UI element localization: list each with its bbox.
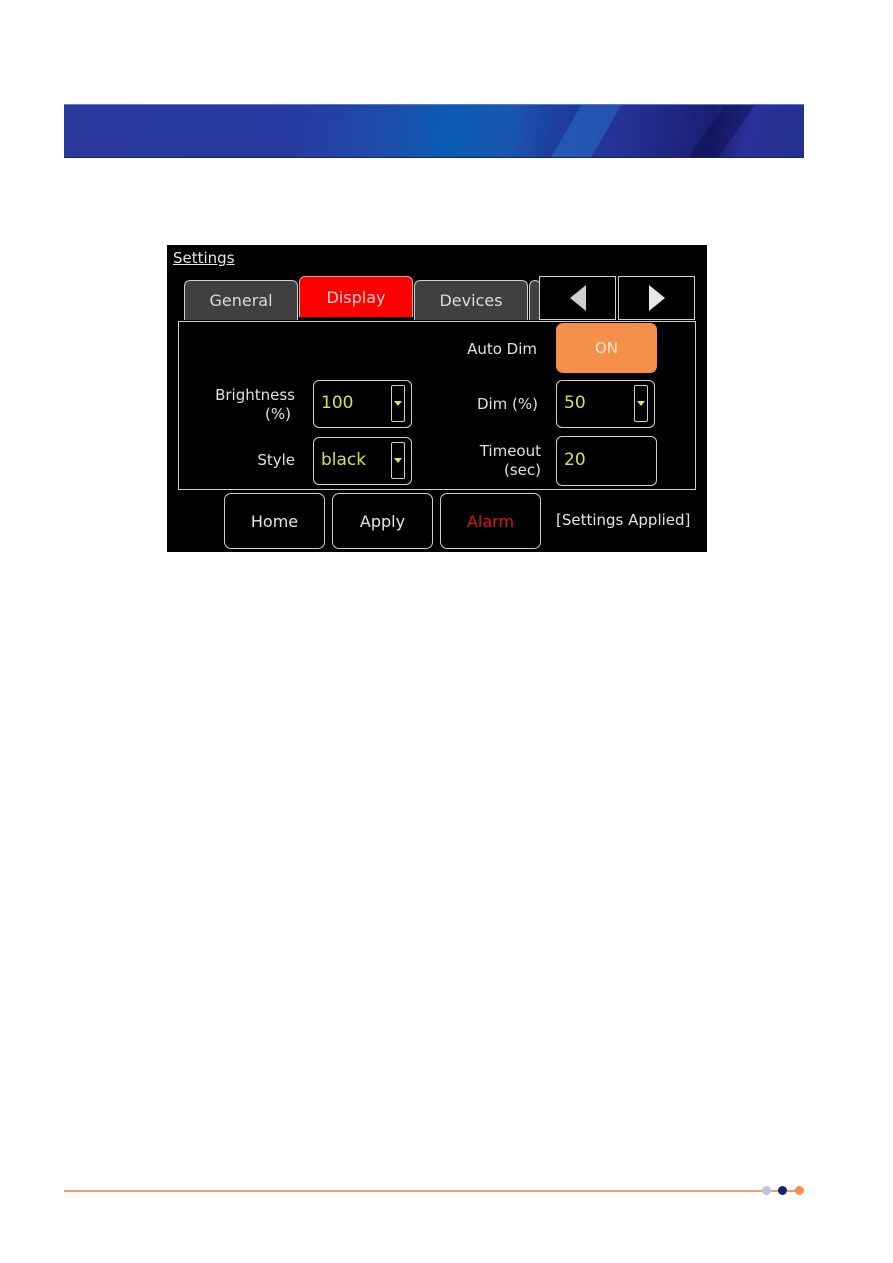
- home-button[interactable]: Home: [224, 493, 325, 549]
- auto-dim-label: Auto Dim: [467, 340, 537, 358]
- tab-scroll-right-button[interactable]: [618, 276, 695, 320]
- chevron-down-icon: [637, 401, 645, 406]
- timeout-input[interactable]: 20: [556, 436, 657, 486]
- timeout-label: Timeout (sec): [437, 442, 541, 480]
- dim-select[interactable]: 50: [556, 380, 655, 428]
- brightness-value: 100: [321, 393, 354, 413]
- style-dropdown-button[interactable]: [391, 442, 405, 479]
- banner-decoration: [535, 105, 633, 157]
- brightness-select[interactable]: 100: [313, 380, 412, 428]
- style-value: black: [321, 450, 367, 470]
- brightness-label: Brightness (%): [195, 386, 295, 424]
- chevron-down-icon: [394, 458, 402, 463]
- brightness-label-line2: (%): [265, 405, 291, 423]
- triangle-left-icon: [569, 285, 586, 311]
- header-banner: [64, 104, 804, 158]
- tab-devices[interactable]: Devices: [414, 280, 528, 320]
- settings-screen: Settings General Devices Display Auto Di…: [167, 245, 707, 552]
- banner-decoration: [668, 105, 770, 157]
- alarm-button[interactable]: Alarm: [440, 493, 541, 549]
- brightness-label-line1: Brightness: [215, 386, 295, 404]
- status-message: [Settings Applied]: [556, 511, 691, 529]
- footer-dot-icon: [795, 1186, 804, 1195]
- footer-dot-icon: [762, 1186, 771, 1195]
- tab-scroll-left-button[interactable]: [539, 276, 616, 320]
- style-select[interactable]: black: [313, 437, 412, 485]
- timeout-value: 20: [564, 450, 586, 470]
- apply-button[interactable]: Apply: [332, 493, 433, 549]
- chevron-down-icon: [394, 401, 402, 406]
- triangle-right-icon: [648, 285, 665, 311]
- brightness-dropdown-button[interactable]: [391, 385, 405, 422]
- dim-value: 50: [564, 393, 586, 413]
- dim-label: Dim (%): [476, 395, 538, 413]
- dim-dropdown-button[interactable]: [634, 385, 648, 422]
- footer-divider: [64, 1190, 764, 1192]
- tab-general[interactable]: General: [184, 280, 298, 320]
- tab-display[interactable]: Display: [299, 276, 413, 318]
- footer-dot-icon: [778, 1186, 787, 1195]
- style-label: Style: [257, 451, 295, 469]
- timeout-label-line2: (sec): [504, 461, 541, 479]
- timeout-label-line1: Timeout: [479, 442, 541, 460]
- auto-dim-toggle[interactable]: ON: [556, 323, 657, 373]
- screen-title[interactable]: Settings: [173, 249, 235, 267]
